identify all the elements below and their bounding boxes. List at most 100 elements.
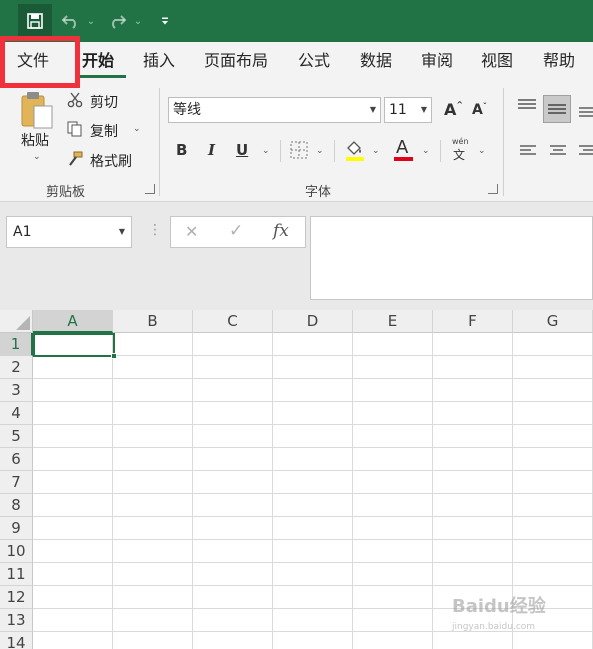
cell-c9[interactable] — [193, 517, 273, 540]
splitter-handle[interactable]: ⋮ — [148, 222, 162, 238]
copy-button[interactable]: 复制 — [90, 121, 118, 141]
undo-dropdown[interactable]: ⌄ — [84, 8, 98, 34]
cell-a12[interactable] — [33, 586, 113, 609]
cell-g10[interactable] — [513, 540, 593, 563]
cell-b3[interactable] — [113, 379, 193, 402]
phonetic-guide-dropdown[interactable]: ⌄ — [478, 146, 486, 156]
cell-a9[interactable] — [33, 517, 113, 540]
border-dropdown[interactable]: ⌄ — [316, 146, 324, 156]
fill-color-dropdown[interactable]: ⌄ — [372, 146, 380, 156]
align-left-icon[interactable] — [519, 143, 537, 162]
cell-d7[interactable] — [273, 471, 353, 494]
cell-d4[interactable] — [273, 402, 353, 425]
column-header-b[interactable]: B — [113, 310, 193, 333]
row-header-14[interactable]: 14 — [0, 632, 33, 649]
cell-e1[interactable] — [353, 333, 433, 356]
cell-f8[interactable] — [433, 494, 513, 517]
cell-a13[interactable] — [33, 609, 113, 632]
cell-a3[interactable] — [33, 379, 113, 402]
bold-button[interactable]: B — [176, 141, 187, 159]
cell-d11[interactable] — [273, 563, 353, 586]
cancel-entry-button[interactable]: ✕ — [185, 222, 198, 241]
cell-b1[interactable] — [113, 333, 193, 356]
cell-g5[interactable] — [513, 425, 593, 448]
align-middle-button[interactable] — [543, 95, 571, 123]
cell-b8[interactable] — [113, 494, 193, 517]
cell-f7[interactable] — [433, 471, 513, 494]
cell-c3[interactable] — [193, 379, 273, 402]
cell-a10[interactable] — [33, 540, 113, 563]
cell-d3[interactable] — [273, 379, 353, 402]
insert-function-button[interactable]: fx — [273, 221, 289, 241]
cell-a7[interactable] — [33, 471, 113, 494]
cell-g9[interactable] — [513, 517, 593, 540]
cell-d9[interactable] — [273, 517, 353, 540]
cell-g14[interactable] — [513, 632, 593, 649]
cell-c13[interactable] — [193, 609, 273, 632]
cell-a11[interactable] — [33, 563, 113, 586]
cell-c7[interactable] — [193, 471, 273, 494]
underline-dropdown[interactable]: ⌄ — [262, 146, 270, 156]
align-top-icon[interactable] — [517, 98, 537, 118]
tab-formulas[interactable]: 公式 — [298, 42, 330, 80]
cell-f4[interactable] — [433, 402, 513, 425]
column-header-d[interactable]: D — [273, 310, 353, 333]
redo-dropdown[interactable]: ⌄ — [131, 8, 145, 34]
redo-button[interactable] — [104, 8, 130, 34]
cell-f2[interactable] — [433, 356, 513, 379]
cell-a8[interactable] — [33, 494, 113, 517]
cell-d5[interactable] — [273, 425, 353, 448]
paste-dropdown[interactable]: ⌄ — [33, 152, 41, 162]
cell-b2[interactable] — [113, 356, 193, 379]
cell-f6[interactable] — [433, 448, 513, 471]
cell-e3[interactable] — [353, 379, 433, 402]
row-header-7[interactable]: 7 — [0, 471, 33, 494]
tab-insert[interactable]: 插入 — [143, 42, 175, 80]
cell-e10[interactable] — [353, 540, 433, 563]
cell-b11[interactable] — [113, 563, 193, 586]
cell-e9[interactable] — [353, 517, 433, 540]
cell-c6[interactable] — [193, 448, 273, 471]
cell-c10[interactable] — [193, 540, 273, 563]
cell-a5[interactable] — [33, 425, 113, 448]
cell-b14[interactable] — [113, 632, 193, 649]
cut-button[interactable]: 剪切 — [90, 92, 118, 112]
tab-help[interactable]: 帮助 — [543, 42, 575, 80]
column-header-a[interactable]: A — [33, 310, 113, 333]
copy-dropdown[interactable]: ⌄ — [133, 124, 141, 134]
cell-a2[interactable] — [33, 356, 113, 379]
cell-d1[interactable] — [273, 333, 353, 356]
cell-e2[interactable] — [353, 356, 433, 379]
cell-b10[interactable] — [113, 540, 193, 563]
cell-b6[interactable] — [113, 448, 193, 471]
paste-button[interactable] — [20, 90, 54, 130]
fill-handle[interactable] — [111, 353, 117, 359]
cell-c14[interactable] — [193, 632, 273, 649]
tab-review[interactable]: 审阅 — [421, 42, 453, 80]
customize-quick-access-button[interactable] — [156, 8, 174, 34]
cell-b9[interactable] — [113, 517, 193, 540]
row-header-6[interactable]: 6 — [0, 448, 33, 471]
cell-d10[interactable] — [273, 540, 353, 563]
font-color-dropdown[interactable]: ⌄ — [422, 146, 430, 156]
row-header-11[interactable]: 11 — [0, 563, 33, 586]
row-header-8[interactable]: 8 — [0, 494, 33, 517]
formula-input[interactable] — [310, 216, 593, 300]
cell-g2[interactable] — [513, 356, 593, 379]
cell-b4[interactable] — [113, 402, 193, 425]
row-header-3[interactable]: 3 — [0, 379, 33, 402]
cell-g3[interactable] — [513, 379, 593, 402]
tab-page-layout[interactable]: 页面布局 — [204, 42, 268, 80]
cell-g11[interactable] — [513, 563, 593, 586]
grow-font-button[interactable]: A^ — [444, 100, 463, 119]
align-right-icon[interactable] — [578, 143, 593, 162]
cell-f5[interactable] — [433, 425, 513, 448]
shrink-font-button[interactable]: Aˇ — [472, 102, 487, 118]
row-header-10[interactable]: 10 — [0, 540, 33, 563]
cell-e12[interactable] — [353, 586, 433, 609]
tab-data[interactable]: 数据 — [360, 42, 392, 80]
cell-c1[interactable] — [193, 333, 273, 356]
cell-f10[interactable] — [433, 540, 513, 563]
cell-b13[interactable] — [113, 609, 193, 632]
cell-e5[interactable] — [353, 425, 433, 448]
